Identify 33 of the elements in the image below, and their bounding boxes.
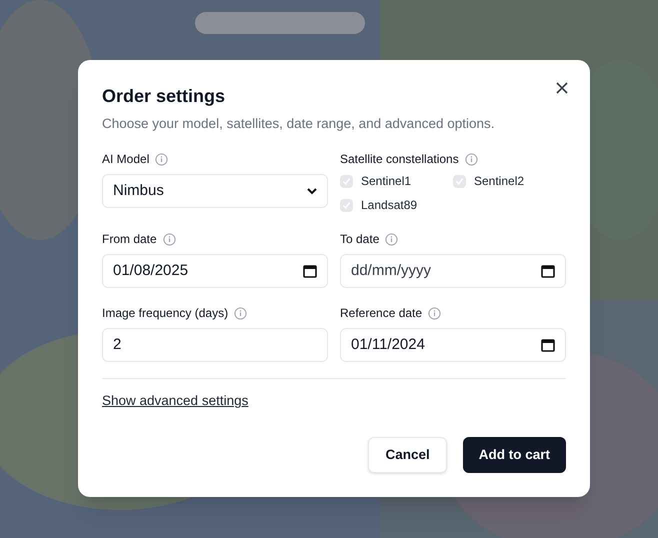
field-label: To date bbox=[340, 231, 380, 248]
checkbox-label: Sentinel2 bbox=[474, 173, 524, 190]
check-icon bbox=[342, 176, 351, 186]
add-to-cart-button[interactable]: Add to cart bbox=[462, 437, 566, 474]
dialog-title: Order settings bbox=[102, 85, 226, 108]
date-field[interactable]: dd/mm/yyyy bbox=[340, 254, 566, 288]
field-label: AI Model bbox=[102, 151, 150, 168]
chevron-down-icon bbox=[307, 188, 317, 195]
model-select[interactable]: Nimbus bbox=[102, 174, 328, 208]
info-icon bbox=[385, 232, 398, 246]
number-field[interactable]: 2 bbox=[102, 328, 328, 362]
check-icon bbox=[342, 200, 351, 210]
check-icon bbox=[455, 176, 464, 186]
dialog-description: Choose your model, satellites, date range, and advanced options. bbox=[102, 115, 496, 133]
field-label: Satellite constellations bbox=[340, 151, 459, 168]
calendar-icon[interactable] bbox=[541, 264, 555, 278]
date-field[interactable]: 01/11/2024 bbox=[340, 328, 566, 362]
cancel-button[interactable]: Cancel bbox=[368, 437, 447, 474]
field-label: From date bbox=[102, 231, 157, 248]
calendar-icon[interactable] bbox=[541, 338, 555, 352]
field-label: Image frequency (days) bbox=[102, 305, 228, 322]
calendar-icon[interactable] bbox=[303, 264, 317, 278]
date-field[interactable]: 01/08/2025 bbox=[102, 254, 328, 288]
field-label: Reference date bbox=[340, 305, 422, 322]
info-icon bbox=[428, 306, 442, 320]
info-icon bbox=[464, 152, 478, 166]
close-icon bbox=[556, 82, 568, 94]
checkbox-label: Landsat89 bbox=[361, 197, 418, 214]
info-icon bbox=[155, 152, 168, 166]
info-icon bbox=[234, 306, 248, 320]
info-icon bbox=[162, 232, 176, 246]
checkbox-label: Sentinel1 bbox=[361, 173, 412, 190]
advanced-settings-link[interactable]: Show advanced settings bbox=[102, 391, 248, 412]
